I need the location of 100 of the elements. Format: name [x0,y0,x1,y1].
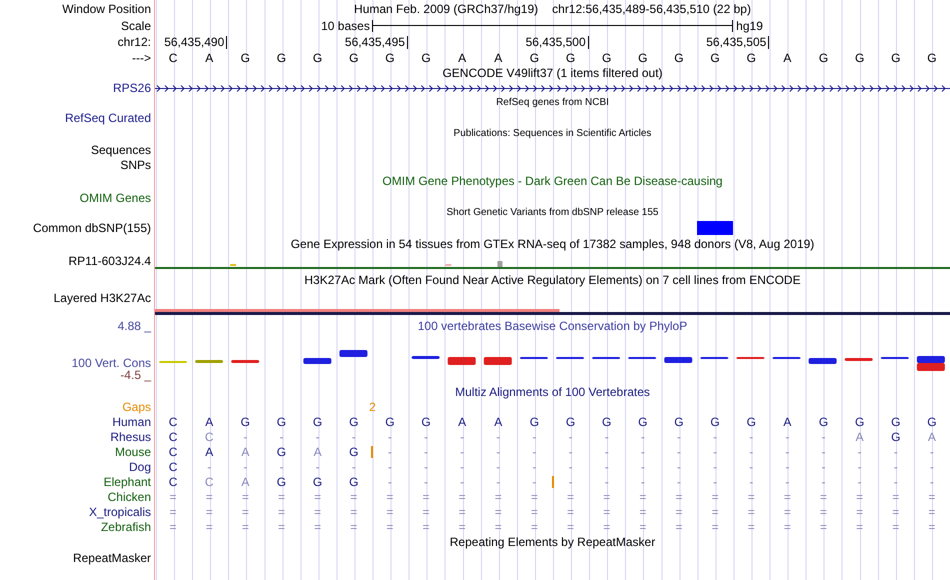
aligned-base: = [856,490,864,502]
base-letter: G [349,52,358,64]
aligned-base: A [783,416,792,428]
aligned-base: A [856,430,864,442]
track-label: Common dbSNP(155) [32,222,151,234]
aligned-base: A [205,416,214,428]
base-letter: A [494,52,502,64]
aligned-base: = [206,490,213,502]
aligned-base: - [460,430,464,442]
aligned-base: = [458,490,466,502]
aligned-base: = [675,520,682,532]
aligned-base: - [640,476,645,488]
aligned-base: - [424,446,428,458]
species-label: Mouse [114,446,151,458]
aligned-base: - [532,476,536,488]
aligned-base: - [424,430,428,442]
aligned-base: G [385,416,395,428]
aligned-base: C [168,476,178,488]
aligned-base: - [640,430,645,442]
aligned-base: = [603,490,610,502]
aligned-base: = [314,520,322,532]
aligned-base: = [784,506,791,518]
aligned-base: = [712,506,719,518]
chromosome-label: chr12: [118,36,151,48]
assembly-label: hg19 [736,18,763,32]
aligned-base: = [314,506,322,518]
aligned-base: C [168,446,178,458]
aligned-base: - [604,430,609,442]
aligned-base: - [640,446,645,458]
aligned-base: = [675,506,682,518]
aligned-base: = [530,520,538,532]
aligned-base: - [352,460,356,472]
aligned-base: = [314,490,322,502]
base-letter: G [818,52,828,64]
aligned-base: = [567,520,574,532]
aligned-base: - [496,446,500,458]
aligned-base: - [894,460,898,472]
aligned-base: - [424,460,428,472]
aligned-base: - [388,446,392,458]
species-label: X_tropicalis [88,506,151,518]
aligned-base: = [748,490,755,502]
aligned-base: - [568,476,573,488]
aligned-base: G [746,416,756,428]
base-letter: G [602,52,612,64]
aligned-base: C [168,430,178,442]
aligned-base: C [168,460,178,472]
aligned-base: - [279,460,284,472]
base-letter: G [854,52,864,64]
base-letter: G [891,52,900,64]
aligned-base: - [207,460,212,472]
track-title: Repeating Elements by RepeatMasker [450,536,656,548]
aligned-base: A [241,476,250,488]
scale-length: 10 bases [321,20,370,32]
aligned-base: A [458,416,466,428]
track-title: Publications: Sequences in Scientific Articles [454,129,652,139]
aligned-base: = [530,506,538,518]
aligned-base: = [748,506,755,518]
aligned-base: - [532,430,536,442]
aligned-base: - [930,460,934,472]
aligned-base: - [749,476,754,488]
aligned-base: C [204,476,214,488]
aligned-base: = [567,506,574,518]
aligned-base: G [818,416,828,428]
aligned-base: G [349,416,358,428]
aligned-base: - [604,460,609,472]
aligned-base: - [785,476,790,488]
aligned-base: = [458,506,466,518]
aligned-base: - [460,446,464,458]
variant-block [697,220,734,234]
aligned-base: - [713,446,718,458]
aligned-base: = [712,520,719,532]
aligned-base: = [170,490,177,502]
aligned-base: - [640,460,645,472]
aligned-base: = [242,490,249,502]
aligned-base: G [674,416,684,428]
aligned-base: G [530,416,540,428]
axis-min-label: -4.5 _ [120,369,151,381]
base-letter: G [566,52,576,64]
base-letter: G [385,52,395,64]
aligned-base: - [568,430,573,442]
species-label: Human [112,416,151,428]
aligned-base: - [424,476,428,488]
aligned-base: = [206,506,213,518]
aligned-base: - [279,430,284,442]
base-letter: C [168,52,178,64]
species-label: Chicken [108,490,151,502]
base-letter: G [276,52,286,64]
aligned-base: - [749,430,754,442]
aligned-base: - [316,460,320,472]
aligned-base: = [386,520,394,532]
base-letter: G [421,52,431,64]
aligned-base: = [350,490,358,502]
aligned-base: - [930,476,934,488]
aligned-base: G [421,416,431,428]
aligned-base: - [676,430,681,442]
aligned-base: - [858,446,862,458]
aligned-base: A [241,446,250,458]
aligned-base: = [206,520,213,532]
aligned-base: - [930,446,934,458]
aligned-base: G [276,416,286,428]
